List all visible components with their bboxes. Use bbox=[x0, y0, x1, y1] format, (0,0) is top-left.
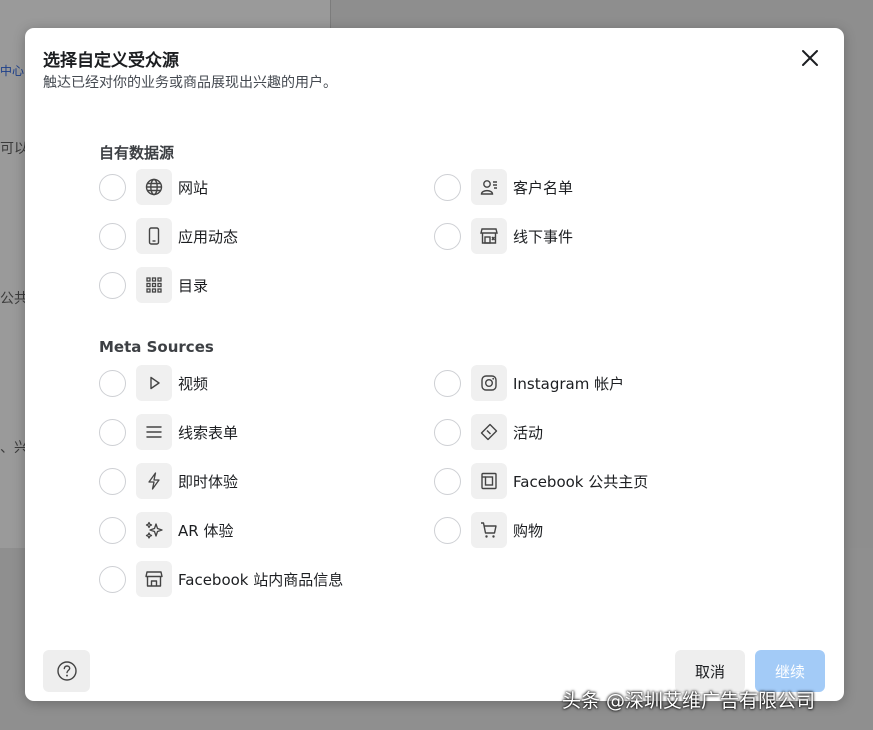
option-label: 网站 bbox=[178, 178, 209, 197]
customer-list-icon bbox=[471, 169, 507, 205]
background-text: 公共 bbox=[0, 291, 28, 307]
grid-icon bbox=[136, 267, 172, 303]
list-icon bbox=[136, 414, 172, 450]
option-label: 视频 bbox=[178, 374, 209, 393]
mobile-icon bbox=[136, 218, 172, 254]
cart-icon bbox=[471, 512, 507, 548]
option-instant-experience[interactable]: 即时体验 bbox=[99, 462, 238, 500]
option-facebook-listing[interactable]: Facebook 站内商品信息 bbox=[99, 560, 343, 598]
help-icon bbox=[56, 661, 77, 681]
globe-icon bbox=[136, 169, 172, 205]
ticket-icon bbox=[471, 414, 507, 450]
option-shopping[interactable]: 购物 bbox=[434, 511, 543, 549]
radio-button[interactable] bbox=[99, 467, 126, 495]
instagram-icon bbox=[471, 365, 507, 401]
dialog-subtitle: 触达已经对你的业务或商品展现出兴趣的用户。 bbox=[43, 75, 337, 91]
store-icon bbox=[471, 218, 507, 254]
option-lead-form[interactable]: 线索表单 bbox=[99, 413, 238, 451]
option-label: Facebook 公共主页 bbox=[513, 472, 649, 491]
option-facebook-page[interactable]: Facebook 公共主页 bbox=[434, 462, 648, 500]
radio-button[interactable] bbox=[434, 418, 461, 446]
radio-button[interactable] bbox=[434, 467, 461, 495]
option-label: 购物 bbox=[513, 521, 544, 540]
close-icon bbox=[802, 50, 818, 66]
help-button[interactable] bbox=[43, 650, 90, 692]
option-label: Facebook 站内商品信息 bbox=[178, 570, 344, 589]
radio-button[interactable] bbox=[99, 173, 126, 201]
option-label: 即时体验 bbox=[178, 472, 239, 491]
section-title-own-sources: 自有数据源 bbox=[99, 144, 175, 162]
radio-button[interactable] bbox=[99, 516, 126, 544]
option-app-activity[interactable]: 应用动态 bbox=[99, 217, 238, 255]
option-label: AR 体验 bbox=[178, 521, 234, 540]
option-instagram-account[interactable]: Instagram 帐户 bbox=[434, 364, 624, 402]
shop-icon bbox=[136, 561, 172, 597]
radio-button[interactable] bbox=[99, 565, 126, 593]
option-label: 线下事件 bbox=[513, 227, 574, 246]
background-text: 可以 bbox=[0, 141, 28, 157]
option-label: 目录 bbox=[178, 276, 209, 295]
page-icon bbox=[471, 463, 507, 499]
option-label: 活动 bbox=[513, 423, 544, 442]
option-label: 线索表单 bbox=[178, 423, 239, 442]
custom-audience-source-dialog: 选择自定义受众源 触达已经对你的业务或商品展现出兴趣的用户。 自有数据源 网站 … bbox=[25, 28, 844, 701]
option-label: 应用动态 bbox=[178, 227, 239, 246]
radio-button[interactable] bbox=[434, 516, 461, 544]
option-offline-events[interactable]: 线下事件 bbox=[434, 217, 573, 255]
option-customer-list[interactable]: 客户名单 bbox=[434, 168, 573, 206]
section-title-meta-sources: Meta Sources bbox=[99, 338, 214, 356]
radio-button[interactable] bbox=[99, 222, 126, 250]
background-text: 、兴 bbox=[0, 440, 28, 456]
radio-button[interactable] bbox=[99, 418, 126, 446]
radio-button[interactable] bbox=[434, 222, 461, 250]
lightning-icon bbox=[136, 463, 172, 499]
option-events[interactable]: 活动 bbox=[434, 413, 543, 451]
sparkle-icon bbox=[136, 512, 172, 548]
option-catalog[interactable]: 目录 bbox=[99, 266, 208, 304]
radio-button[interactable] bbox=[434, 173, 461, 201]
option-label: Instagram 帐户 bbox=[513, 374, 625, 393]
watermark-text: 头条 @深圳艾维广告有限公司 bbox=[562, 690, 816, 712]
option-video[interactable]: 视频 bbox=[99, 364, 208, 402]
close-button[interactable] bbox=[796, 44, 824, 72]
option-label: 客户名单 bbox=[513, 178, 574, 197]
dialog-title: 选择自定义受众源 bbox=[43, 51, 179, 71]
option-ar-experience[interactable]: AR 体验 bbox=[99, 511, 233, 549]
radio-button[interactable] bbox=[99, 271, 126, 299]
option-website[interactable]: 网站 bbox=[99, 168, 208, 206]
radio-button[interactable] bbox=[434, 369, 461, 397]
radio-button[interactable] bbox=[99, 369, 126, 397]
play-icon bbox=[136, 365, 172, 401]
